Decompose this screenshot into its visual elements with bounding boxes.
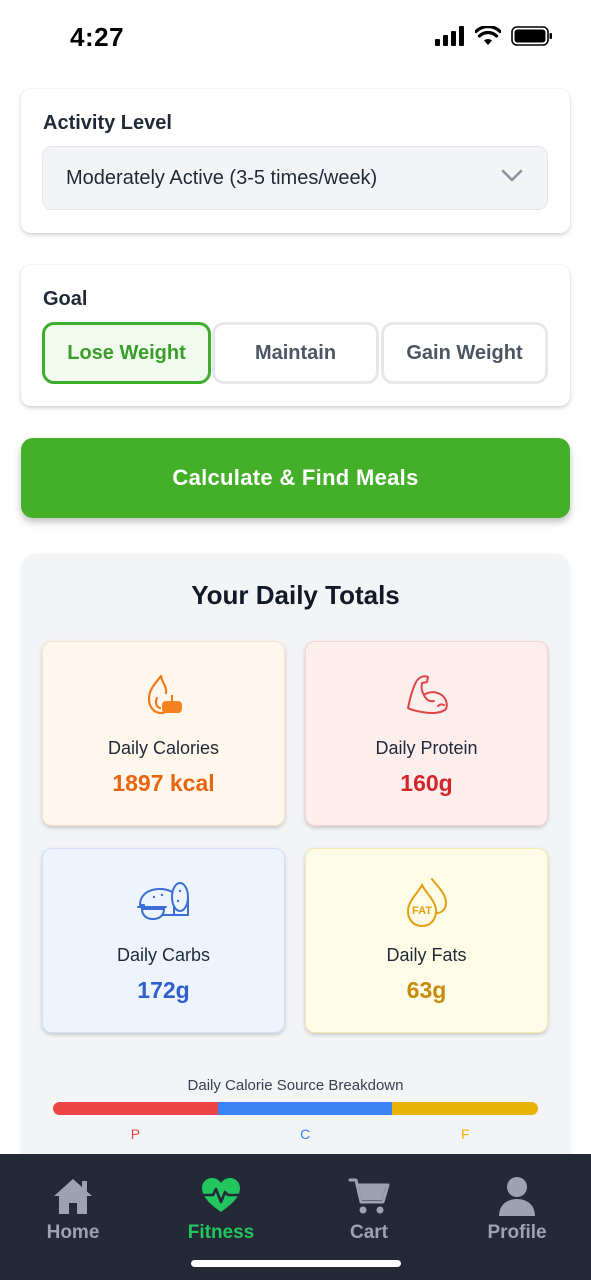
nav-fitness[interactable]: Fitness <box>166 1176 276 1244</box>
status-icons <box>435 26 553 46</box>
heart-pulse-icon <box>201 1178 241 1212</box>
bicep-icon <box>406 675 448 714</box>
nav-profile[interactable]: Profile <box>462 1176 572 1244</box>
activity-level-title: Activity Level <box>43 112 172 134</box>
breakdown-segment-p <box>53 1102 218 1115</box>
breakdown-segment-f <box>392 1102 538 1115</box>
battery-icon <box>511 26 552 46</box>
daily-protein-value: 160g <box>400 770 453 796</box>
status-time: 4:27 <box>70 22 125 52</box>
daily-fats-label: Daily Fats <box>386 945 467 965</box>
nav-home-label: Home <box>46 1222 100 1243</box>
fat-drop-icon: FAT <box>406 878 447 928</box>
activity-level-card: Activity Level Moderately Active (3-5 ti… <box>21 89 570 233</box>
cart-icon <box>348 1178 390 1214</box>
calculate-find-meals-button[interactable]: Calculate & Find Meals <box>21 438 570 518</box>
svg-text:FAT: FAT <box>412 905 432 917</box>
daily-calories-card: Daily Calories 1897 kcal <box>42 641 285 826</box>
goal-title: Goal <box>43 288 88 310</box>
activity-level-select[interactable]: Moderately Active (3-5 times/week) <box>42 146 548 210</box>
flame-icon <box>147 674 182 715</box>
profile-icon <box>499 1177 535 1216</box>
nav-profile-label: Profile <box>487 1222 547 1243</box>
nav-home[interactable]: Home <box>18 1176 128 1244</box>
calorie-breakdown-bar <box>53 1102 538 1115</box>
status-bar: 4:27 <box>0 0 591 80</box>
daily-carbs-card: Daily Carbs 172g <box>42 848 285 1033</box>
bread-icon <box>136 882 189 921</box>
chevron-down-icon <box>501 169 523 182</box>
signal-icon <box>435 26 464 46</box>
breakdown-title: Daily Calorie Source Breakdown <box>187 1077 404 1094</box>
breakdown-label-p: P <box>130 1126 141 1142</box>
daily-totals-title: Your Daily Totals <box>191 580 400 610</box>
daily-carbs-value: 172g <box>137 977 190 1003</box>
goal-maintain-button[interactable]: Maintain <box>212 322 379 384</box>
breakdown-label-c: C <box>300 1126 311 1142</box>
activity-level-value: Moderately Active (3-5 times/week) <box>66 167 378 189</box>
home-indicator <box>191 1260 401 1267</box>
nav-cart[interactable]: Cart <box>314 1176 424 1244</box>
daily-protein-label: Daily Protein <box>375 738 478 758</box>
daily-fats-value: 63g <box>406 977 447 1003</box>
daily-carbs-label: Daily Carbs <box>116 945 211 965</box>
goal-card: Goal Lose Weight Maintain Gain Weight <box>21 265 570 406</box>
goal-gain-weight-button[interactable]: Gain Weight <box>381 322 548 384</box>
daily-protein-card: Daily Protein 160g <box>305 641 548 826</box>
daily-calories-label: Daily Calories <box>107 738 220 758</box>
breakdown-segment-c <box>217 1102 393 1115</box>
daily-calories-value: 1897 kcal <box>112 770 215 796</box>
breakdown-label-f: F <box>460 1126 470 1142</box>
nav-fitness-label: Fitness <box>187 1222 255 1243</box>
home-icon <box>54 1179 92 1214</box>
nav-cart-label: Cart <box>349 1222 388 1243</box>
daily-totals-panel: Your Daily Totals Daily Calories 1897 kc… <box>21 554 570 1194</box>
wifi-icon <box>475 26 501 45</box>
daily-fats-card: FAT Daily Fats 63g <box>305 848 548 1033</box>
goal-lose-weight-button[interactable]: Lose Weight <box>42 322 211 384</box>
